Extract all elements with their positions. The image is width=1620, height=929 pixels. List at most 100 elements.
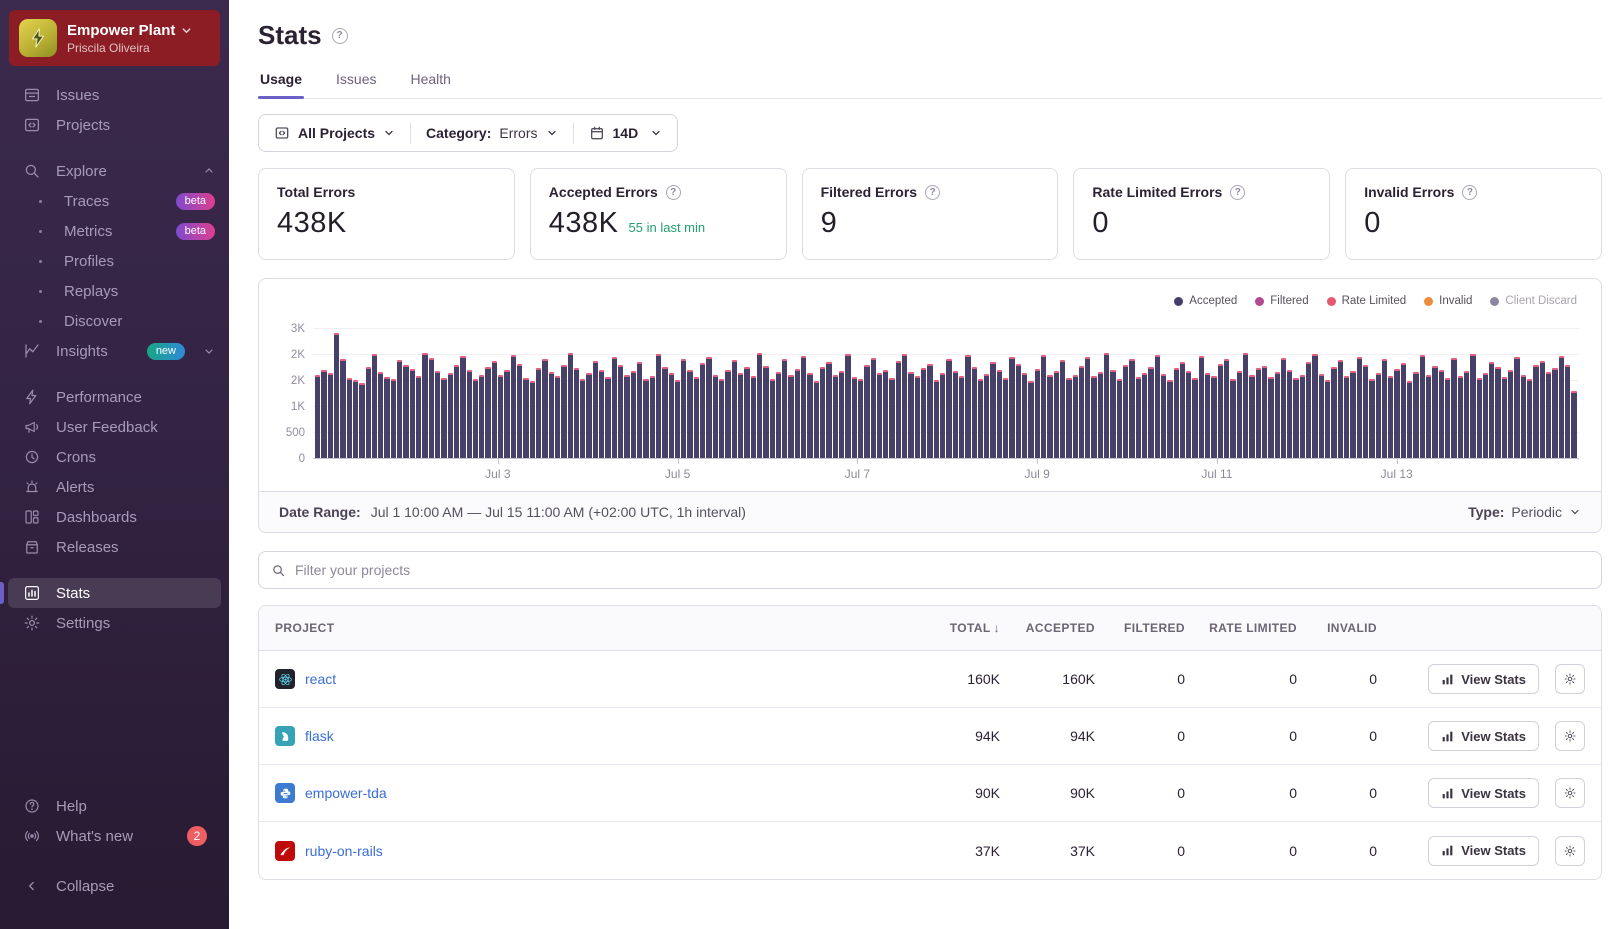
project-settings-button[interactable] xyxy=(1555,721,1585,751)
sidebar-item-stats[interactable]: Stats xyxy=(0,578,221,608)
accepted-errors-value: 438K xyxy=(548,207,619,239)
legend-item-filtered[interactable]: Filtered xyxy=(1255,295,1309,307)
bullet-icon xyxy=(30,230,50,233)
card-total-errors: Total Errors 438K xyxy=(258,168,515,260)
project-link[interactable]: ruby-on-rails xyxy=(305,843,383,859)
page-help-icon[interactable]: ? xyxy=(331,27,348,44)
legend-dot xyxy=(1255,296,1265,306)
python-platform-icon xyxy=(275,783,295,803)
view-stats-button[interactable]: View Stats xyxy=(1428,778,1539,808)
search-icon xyxy=(271,563,286,578)
project-link[interactable]: flask xyxy=(305,728,334,744)
col-rate-limited[interactable]: RATE LIMITED xyxy=(1185,621,1297,635)
tab-usage[interactable]: Usage xyxy=(258,71,305,99)
project-filter-dropdown[interactable]: All Projects xyxy=(259,115,410,151)
megaphone-icon xyxy=(22,418,42,436)
rate-limited-errors-value: 0 xyxy=(1092,207,1110,239)
chevron-down-icon xyxy=(205,349,213,354)
bullet-icon xyxy=(30,290,50,293)
sidebar-item-user-feedback[interactable]: User Feedback xyxy=(0,412,229,442)
legend-item-accepted[interactable]: Accepted xyxy=(1174,295,1237,307)
tab-issues[interactable]: Issues xyxy=(334,71,378,98)
beta-badge: beta xyxy=(175,222,215,240)
sidebar-item-alerts[interactable]: Alerts xyxy=(0,472,229,502)
gear-icon xyxy=(1564,673,1576,685)
project-settings-button[interactable] xyxy=(1555,778,1585,808)
sidebar-collapse-button[interactable]: Collapse xyxy=(0,871,229,901)
type-dropdown[interactable]: Type: Periodic xyxy=(1468,504,1581,520)
sidebar-item-explore[interactable]: Explore xyxy=(0,156,229,186)
sidebar-item-releases[interactable]: Releases xyxy=(0,532,229,562)
tab-health[interactable]: Health xyxy=(409,71,453,98)
sidebar-item-insights[interactable]: Insights new xyxy=(0,336,229,366)
sidebar: Empower Plant Priscila Oliveira Issues P… xyxy=(0,0,229,929)
bar-chart-icon xyxy=(1442,731,1453,741)
calendar-icon xyxy=(589,125,605,141)
search-icon xyxy=(22,162,42,180)
bullet-icon xyxy=(30,260,50,263)
flask-platform-icon xyxy=(275,726,295,746)
main-content: Stats ? Usage Issues Health All Projects… xyxy=(229,0,1620,929)
usage-chart-panel: Accepted Filtered Rate Limited Invalid C… xyxy=(258,278,1602,533)
sidebar-item-projects[interactable]: Projects xyxy=(0,110,229,140)
project-icon xyxy=(274,125,290,141)
chevron-up-icon xyxy=(205,168,213,173)
issues-icon xyxy=(22,86,42,104)
date-range-dropdown[interactable]: 14D xyxy=(574,115,678,151)
legend-item-rate-limited[interactable]: Rate Limited xyxy=(1326,295,1406,307)
chart-bars xyxy=(315,319,1577,458)
accepted-rate-text: 55 in last min xyxy=(628,220,706,235)
sidebar-item-help[interactable]: Help xyxy=(0,791,229,821)
legend-dot xyxy=(1490,296,1500,306)
card-rate-limited-errors: Rate Limited Errors? 0 xyxy=(1073,168,1331,260)
help-icon[interactable]: ? xyxy=(1230,184,1246,200)
card-filtered-errors: Filtered Errors? 9 xyxy=(801,168,1059,260)
col-total[interactable]: TOTAL ↓ xyxy=(905,621,1000,635)
performance-icon xyxy=(22,388,42,406)
stat-cards: Total Errors 438K Accepted Errors? 438K 5… xyxy=(258,168,1602,260)
projects-icon xyxy=(22,116,42,134)
beta-badge: beta xyxy=(175,192,215,210)
chevron-down-icon xyxy=(652,130,660,136)
sidebar-item-metrics[interactable]: Metrics beta xyxy=(0,216,229,246)
sidebar-item-replays[interactable]: Replays xyxy=(0,276,229,306)
sidebar-item-dashboards[interactable]: Dashboards xyxy=(0,502,229,532)
help-icon[interactable]: ? xyxy=(1462,184,1478,200)
sidebar-item-discover[interactable]: Discover xyxy=(0,306,229,336)
stats-icon xyxy=(22,584,42,602)
org-switcher[interactable]: Empower Plant Priscila Oliveira xyxy=(9,10,220,66)
legend-dot xyxy=(1424,296,1434,306)
legend-item-client-discard[interactable]: Client Discard xyxy=(1490,295,1577,307)
view-stats-button[interactable]: View Stats xyxy=(1428,835,1539,866)
gear-icon xyxy=(1564,845,1576,856)
sidebar-item-whats-new[interactable]: What's new 2 xyxy=(0,821,229,851)
view-stats-button[interactable]: View Stats xyxy=(1428,721,1539,751)
table-header: PROJECT TOTAL ↓ ACCEPTED FILTERED RATE LI… xyxy=(259,606,1601,651)
help-icon[interactable]: ? xyxy=(925,184,941,200)
bullet-icon xyxy=(30,200,50,203)
col-invalid[interactable]: INVALID xyxy=(1297,621,1377,635)
sidebar-item-issues[interactable]: Issues xyxy=(0,80,229,110)
sidebar-item-performance[interactable]: Performance xyxy=(0,382,229,412)
project-settings-button[interactable] xyxy=(1555,835,1585,866)
sidebar-item-traces[interactable]: Traces beta xyxy=(0,186,229,216)
project-link[interactable]: react xyxy=(305,671,336,687)
help-icon[interactable]: ? xyxy=(665,184,681,200)
project-settings-button[interactable] xyxy=(1555,664,1585,694)
col-accepted[interactable]: ACCEPTED xyxy=(1000,621,1095,635)
col-project[interactable]: PROJECT xyxy=(275,621,905,635)
category-filter-dropdown[interactable]: Category: Errors xyxy=(411,115,572,151)
releases-icon xyxy=(22,538,42,556)
page-title: Stats xyxy=(258,20,322,50)
sidebar-item-crons[interactable]: Crons xyxy=(0,442,229,472)
new-badge: new xyxy=(146,342,185,360)
help-icon xyxy=(22,797,42,815)
gear-icon xyxy=(1564,787,1576,799)
project-link[interactable]: empower-tda xyxy=(305,785,387,801)
project-search-input[interactable] xyxy=(295,562,1589,578)
sidebar-item-settings[interactable]: Settings xyxy=(0,608,229,638)
legend-item-invalid[interactable]: Invalid xyxy=(1424,295,1472,307)
view-stats-button[interactable]: View Stats xyxy=(1428,664,1539,694)
col-filtered[interactable]: FILTERED xyxy=(1095,621,1185,635)
sidebar-item-profiles[interactable]: Profiles xyxy=(0,246,229,276)
